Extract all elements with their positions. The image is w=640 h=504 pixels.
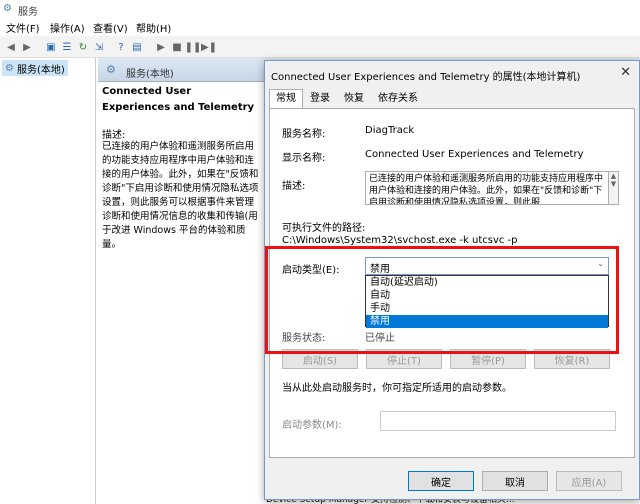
start-params-input[interactable] — [380, 411, 616, 431]
param-label: 启动参数(M): — [282, 420, 342, 431]
tab-recovery[interactable]: 恢复 — [337, 89, 371, 109]
menu-bar: 文件(F) 操作(A) 查看(V) 帮助(H) — [0, 18, 640, 36]
tree-item-label: 服务(本地) — [16, 64, 65, 76]
path-label: 可执行文件的路径: — [282, 223, 366, 234]
app-title: 服务 — [18, 7, 38, 18]
pane-header-title: 服务(本地) — [126, 69, 174, 80]
console-icon[interactable]: ▣ — [44, 40, 58, 54]
menu-view[interactable]: 查看(V) — [93, 20, 128, 35]
back-icon[interactable]: ◀ — [4, 40, 18, 54]
tab-dependencies[interactable]: 依存关系 — [371, 89, 425, 109]
description-scrollbar[interactable]: ▲ ▼ — [609, 171, 619, 205]
stop-icon[interactable]: ■ — [170, 40, 184, 54]
startup-hint: 当从此处启动服务时，你可指定所适用的启动参数。 — [282, 383, 512, 394]
refresh-icon[interactable]: ↻ — [76, 40, 90, 54]
service-description-pane: Connected User Experiences and Telemetry… — [98, 82, 264, 504]
export-icon[interactable]: ⇲ — [92, 40, 106, 54]
close-icon[interactable]: ✕ — [620, 65, 631, 80]
scroll-up-icon[interactable]: ▲ — [611, 172, 616, 180]
service-name-heading: Connected User Experiences and Telemetry — [102, 86, 255, 113]
services-header-icon: ⚙ — [106, 63, 116, 76]
toolbar: ◀ ▶ ▣ ☰ ↻ ⇲ ? ▤ ▶ ■ ❚❚ ▶❚ — [0, 36, 640, 58]
ok-button[interactable]: 确定 — [408, 471, 474, 491]
menu-file[interactable]: 文件(F) — [6, 20, 40, 35]
restart-icon[interactable]: ▶❚ — [201, 40, 217, 54]
desc-text: 已连接的用户体验和遥测服务所启用的功能支持应用程序中用户体验和连接的用户体验。此… — [102, 141, 259, 250]
menu-help[interactable]: 帮助(H) — [136, 20, 171, 35]
tree-item-services-local[interactable]: ⚙ 服务(本地) — [2, 60, 68, 76]
display-name-value: Connected User Experiences and Telemetry — [365, 149, 584, 160]
annotation-red-box — [265, 246, 619, 354]
services-icon: ⚙ — [5, 62, 14, 74]
cancel-button[interactable]: 取消 — [482, 471, 548, 491]
tree-pane: ⚙ 服务(本地) — [0, 58, 96, 504]
list-icon[interactable]: ☰ — [60, 40, 74, 54]
properties-icon[interactable]: ▤ — [130, 40, 144, 54]
service-name-label: 服务名称: — [282, 129, 326, 140]
tab-general[interactable]: 常规 — [269, 89, 303, 109]
description-label: 描述: — [282, 181, 306, 192]
dialog-title: Connected User Experiences and Telemetry… — [271, 72, 581, 83]
display-name-label: 显示名称: — [282, 153, 326, 164]
pause-icon[interactable]: ❚❚ — [185, 40, 202, 54]
app-title-bar: ⚙ 服务 — [0, 0, 640, 18]
help-icon[interactable]: ? — [114, 40, 128, 54]
services-app-icon: ⚙ — [3, 3, 12, 14]
tab-logon[interactable]: 登录 — [303, 89, 337, 109]
desc-label: 描述: — [102, 130, 126, 141]
path-value: C:\Windows\System32\svchost.exe -k utcsv… — [282, 235, 518, 246]
service-name-value: DiagTrack — [365, 125, 415, 136]
play-icon[interactable]: ▶ — [154, 40, 168, 54]
menu-action[interactable]: 操作(A) — [50, 20, 85, 35]
scroll-down-icon[interactable]: ▼ — [611, 180, 616, 188]
description-box[interactable]: 已连接的用户体验和遥测服务所启用的功能支持应用程序中用户体验和连接的用户体验。此… — [365, 171, 609, 205]
dialog-tabs: 常规 登录 恢复 依存关系 — [269, 89, 425, 109]
forward-icon[interactable]: ▶ — [20, 40, 34, 54]
apply-button[interactable]: 应用(A) — [556, 471, 622, 491]
